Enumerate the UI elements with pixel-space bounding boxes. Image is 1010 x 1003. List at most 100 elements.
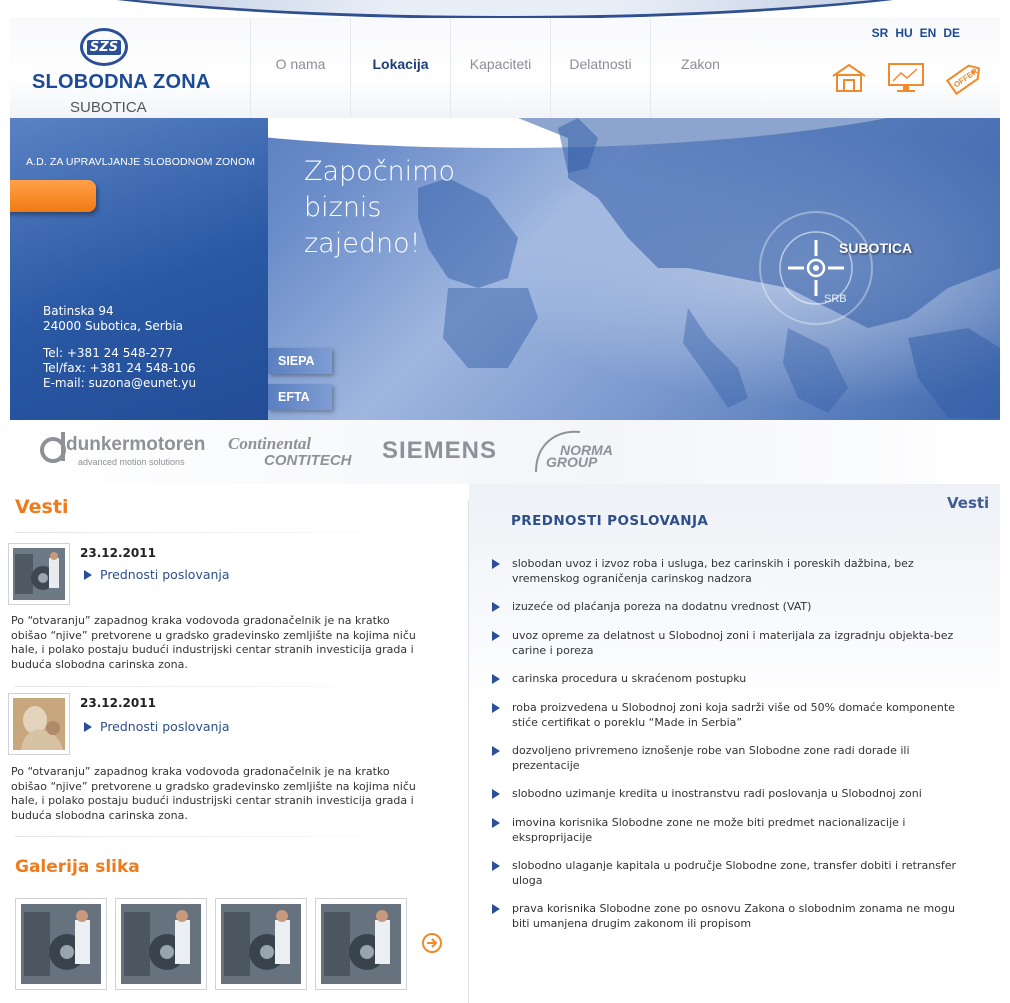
advantage-text: prava korisnika Slobodne zone po osnovu … (512, 902, 955, 930)
bullet-arrow-icon (492, 703, 500, 713)
nav-item-lokacija[interactable]: Lokacija (350, 18, 450, 118)
advantage-item: slobodno ulaganje kapitala u područje Sl… (492, 859, 972, 888)
logo-title: SLOBODNA ZONA (32, 71, 211, 93)
siepa-button[interactable]: SIEPA (268, 348, 332, 374)
news-text: Po “otvaranju” zapadnog kraka vodovoda g… (11, 614, 416, 671)
advantage-text: dozvoljeno privremeno iznošenje robe van… (512, 744, 910, 772)
bullet-arrow-icon (492, 602, 500, 612)
gallery-title: Galerija slika (15, 857, 140, 877)
news-text: Po “otvaranju” zapadnog kraka vodovoda g… (11, 765, 416, 822)
advantage-text: carinska procedura u skraćenom postupku (512, 672, 747, 685)
company-line: A.D. ZA UPRAVLJANJE SLOBODNOM ZONOM (26, 156, 256, 168)
hero-slogan: Započnimo biznis zajedno! (304, 154, 455, 262)
arrow-right-icon (84, 569, 92, 580)
subotica-label: SUBOTICA (839, 240, 913, 256)
news-section-title: Vesti (15, 496, 69, 518)
hero-banner: A.D. ZA UPRAVLJANJE SLOBODNOM ZONOM Bati… (10, 118, 1000, 420)
news-thumbnail[interactable] (8, 693, 70, 755)
news-date: 23.12.2011 (80, 696, 156, 710)
bullet-arrow-icon (492, 818, 500, 828)
address-street: Batinska 94 (43, 304, 114, 318)
srb-label: SRB (824, 293, 847, 305)
bullet-arrow-icon (492, 746, 500, 756)
advantage-text: slobodno uzimanje kredita u inostranstvu… (512, 787, 922, 800)
advantage-item: dozvoljeno privremeno iznošenje robe van… (492, 744, 972, 773)
offer-tag-icon[interactable]: OFFER (945, 60, 985, 96)
nav-item-o-nama[interactable]: O nama (250, 18, 350, 118)
bullet-arrow-icon (492, 904, 500, 914)
vesti-link[interactable]: Vesti (947, 494, 989, 512)
news-thumbnail[interactable] (8, 543, 70, 605)
news-link[interactable]: Prednosti poslovanja (84, 567, 230, 582)
efta-button[interactable]: EFTA (268, 384, 332, 410)
advantage-item: carinska procedura u skraćenom postupku (492, 672, 972, 687)
lang-hu[interactable]: HU (895, 26, 912, 40)
news-divider (15, 836, 410, 837)
advantage-text: uvoz opreme za delatnost u Slobodnoj zon… (512, 629, 954, 657)
lang-en[interactable]: EN (920, 26, 937, 40)
site-logo[interactable]: SZS SLOBODNA ZONA SUBOTICA (30, 23, 211, 116)
lang-de[interactable]: DE (943, 26, 960, 40)
siemens-logo[interactable]: SIEMENS (382, 437, 497, 465)
advantage-item: izuzeće od plaćanja poreza na dodatnu vr… (492, 600, 972, 615)
worker-photo (13, 548, 65, 600)
news-divider (15, 686, 410, 687)
szs-logo-badge: SZS (80, 28, 128, 66)
contitech-name: CONTITECH (264, 452, 352, 469)
advantage-text: imovina korisnika Slobodne zone ne može … (512, 816, 906, 844)
worker-photo (321, 904, 401, 984)
worker-photo (221, 904, 301, 984)
bullet-arrow-icon (492, 861, 500, 871)
news-link-label: Prednosti poslovanja (100, 567, 230, 582)
gallery-next-button[interactable] (421, 932, 443, 958)
slogan-line-2: biznis (304, 192, 382, 223)
nav-item-kapaciteti[interactable]: Kapaciteti (450, 18, 550, 118)
top-decorative-arc (0, 0, 1010, 18)
advantage-text: roba proizvedena u Slobodnoj zoni koja s… (512, 701, 955, 729)
advantages-title: PREDNOSTI POSLOVANJA (511, 513, 709, 529)
advantage-text: slobodno ulaganje kapitala u područje Sl… (512, 859, 957, 887)
gallery-image[interactable] (115, 898, 207, 990)
gallery-image[interactable] (215, 898, 307, 990)
address-city: 24000 Subotica, Serbia (43, 319, 184, 333)
worker-photo (121, 904, 201, 984)
nav-item-delatnosti[interactable]: Delatnosti (550, 18, 650, 118)
news-link[interactable]: Prednosti poslovanja (84, 719, 230, 734)
dunker-name: dunkermotoren (66, 434, 206, 455)
contact-email[interactable]: E-mail: suzona@eunet.yu (43, 376, 196, 391)
partner-logos: dunkermotoren advanced motion solutions … (10, 420, 1000, 484)
slogan-line-1: Započnimo (304, 156, 455, 187)
gallery-image[interactable] (15, 898, 107, 990)
main-nav: O nama Lokacija Kapaciteti Delatnosti Za… (250, 18, 750, 118)
monitor-icon[interactable] (887, 62, 925, 94)
news-link-label: Prednosti poslovanja (100, 719, 230, 734)
advantage-item: prava korisnika Slobodne zone po osnovu … (492, 902, 972, 931)
news-date: 23.12.2011 (80, 546, 156, 560)
language-switcher: SR HU EN DE (872, 26, 960, 40)
advantage-item: roba proizvedena u Slobodnoj zoni koja s… (492, 701, 972, 730)
arrow-circle-right-icon (422, 933, 442, 953)
advantage-item: slobodan uvoz i izvoz roba i usluga, bez… (492, 557, 972, 586)
arrow-right-icon (84, 721, 92, 732)
dunker-tagline: advanced motion solutions (78, 457, 185, 467)
slogan-line-3: zajedno! (304, 228, 421, 259)
home-icon[interactable] (831, 63, 867, 93)
continental-name: Continental (228, 434, 312, 453)
bullet-arrow-icon (492, 631, 500, 641)
worker-photo (21, 904, 101, 984)
contact-address: Batinska 94 24000 Subotica, Serbia Tel: … (43, 304, 196, 391)
gallery-image[interactable] (315, 898, 407, 990)
statue-photo (13, 698, 65, 750)
contact-fax: Tel/fax: +381 24 548-106 (43, 361, 196, 375)
lang-sr[interactable]: SR (872, 26, 889, 40)
advantage-item: imovina korisnika Slobodne zone ne može … (492, 816, 972, 845)
site-header: SZS SLOBODNA ZONA SUBOTICA O nama Lokaci… (10, 18, 1000, 118)
advantage-text: izuzeće od plaćanja poreza na dodatnu vr… (512, 600, 812, 613)
header-icons: OFFER (831, 60, 985, 96)
hero-contact-panel: A.D. ZA UPRAVLJANJE SLOBODNOM ZONOM Bati… (10, 118, 268, 420)
advantage-text: slobodan uvoz i izvoz roba i usluga, bez… (512, 557, 914, 585)
advantage-item: slobodno uzimanje kredita u inostranstvu… (492, 787, 972, 802)
nav-item-zakon[interactable]: Zakon (650, 18, 750, 118)
news-title-divider (15, 532, 410, 533)
orange-tab (10, 180, 96, 212)
